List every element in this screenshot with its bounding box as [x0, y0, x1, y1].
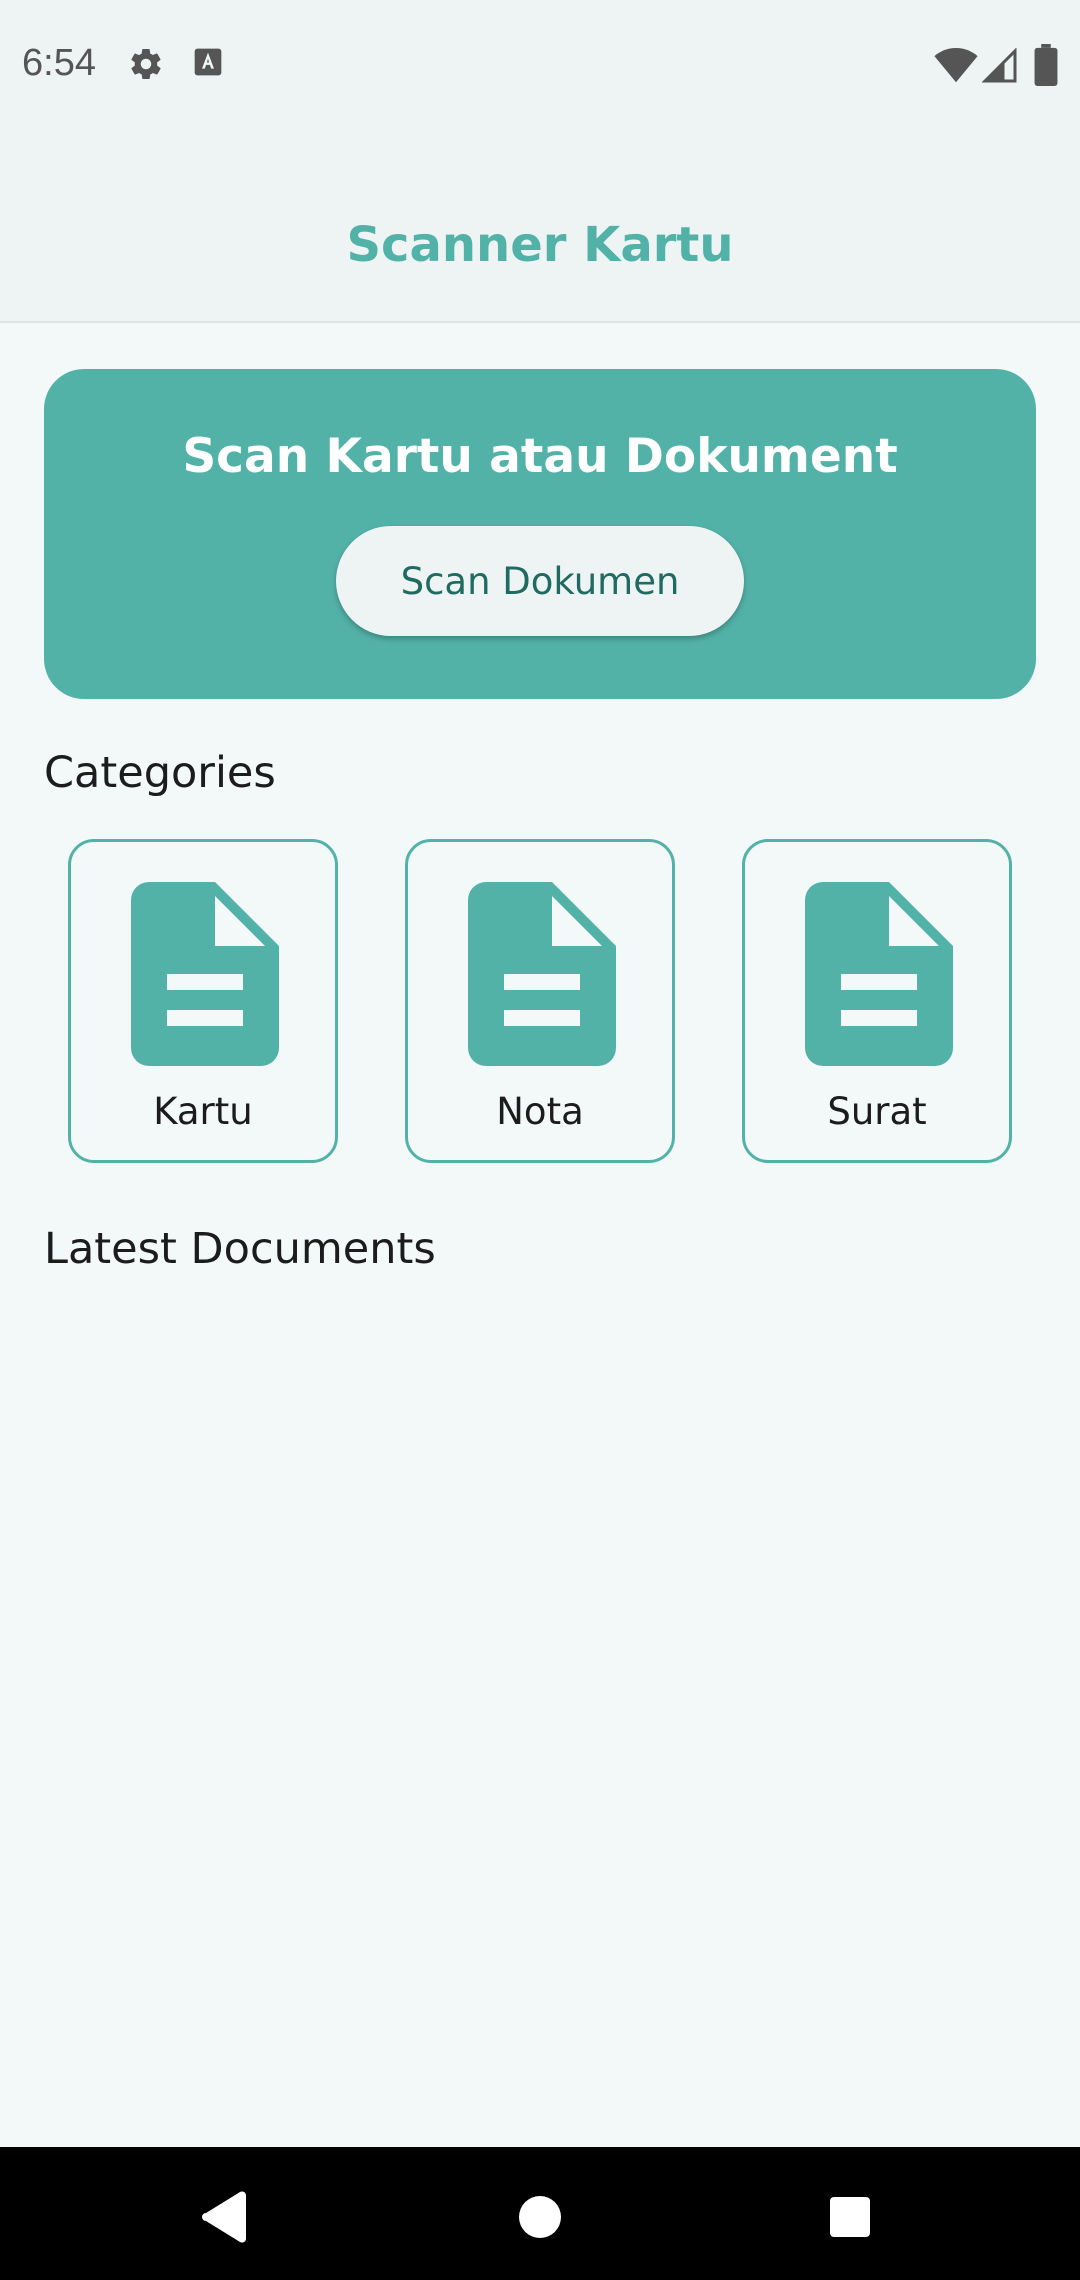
navigation-bar	[0, 2147, 1080, 2280]
document-icon	[131, 882, 279, 1066]
battery-icon	[1034, 44, 1058, 86]
status-time: 6:54	[22, 42, 96, 84]
category-card-kartu[interactable]: Kartu	[68, 839, 338, 1163]
category-card-surat[interactable]: Surat	[742, 839, 1012, 1163]
app-bar: Scanner Kartu	[0, 135, 1080, 323]
category-label: Surat	[827, 1090, 927, 1133]
home-icon[interactable]	[500, 2177, 580, 2257]
status-bar: 6:54	[0, 0, 1080, 135]
document-icon	[468, 882, 616, 1066]
category-card-nota[interactable]: Nota	[405, 839, 675, 1163]
gear-icon	[131, 49, 161, 80]
category-label: Kartu	[153, 1090, 253, 1133]
scan-document-button[interactable]: Scan Dokumen	[336, 526, 744, 636]
recents-icon[interactable]	[810, 2177, 890, 2257]
keyboard-a-icon	[194, 48, 222, 76]
latest-documents-title: Latest Documents	[44, 1224, 436, 1274]
category-label: Nota	[496, 1090, 584, 1133]
categories-title: Categories	[44, 748, 276, 798]
wifi-icon	[934, 48, 978, 83]
latest-documents-list	[44, 1290, 1036, 2110]
scan-card-title: Scan Kartu atau Dokument	[182, 429, 898, 484]
back-icon[interactable]	[186, 2177, 266, 2257]
scan-card: Scan Kartu atau Dokument Scan Dokumen	[44, 369, 1036, 699]
signal-icon	[982, 48, 1017, 83]
document-icon	[805, 882, 953, 1066]
app-title: Scanner Kartu	[346, 217, 734, 273]
